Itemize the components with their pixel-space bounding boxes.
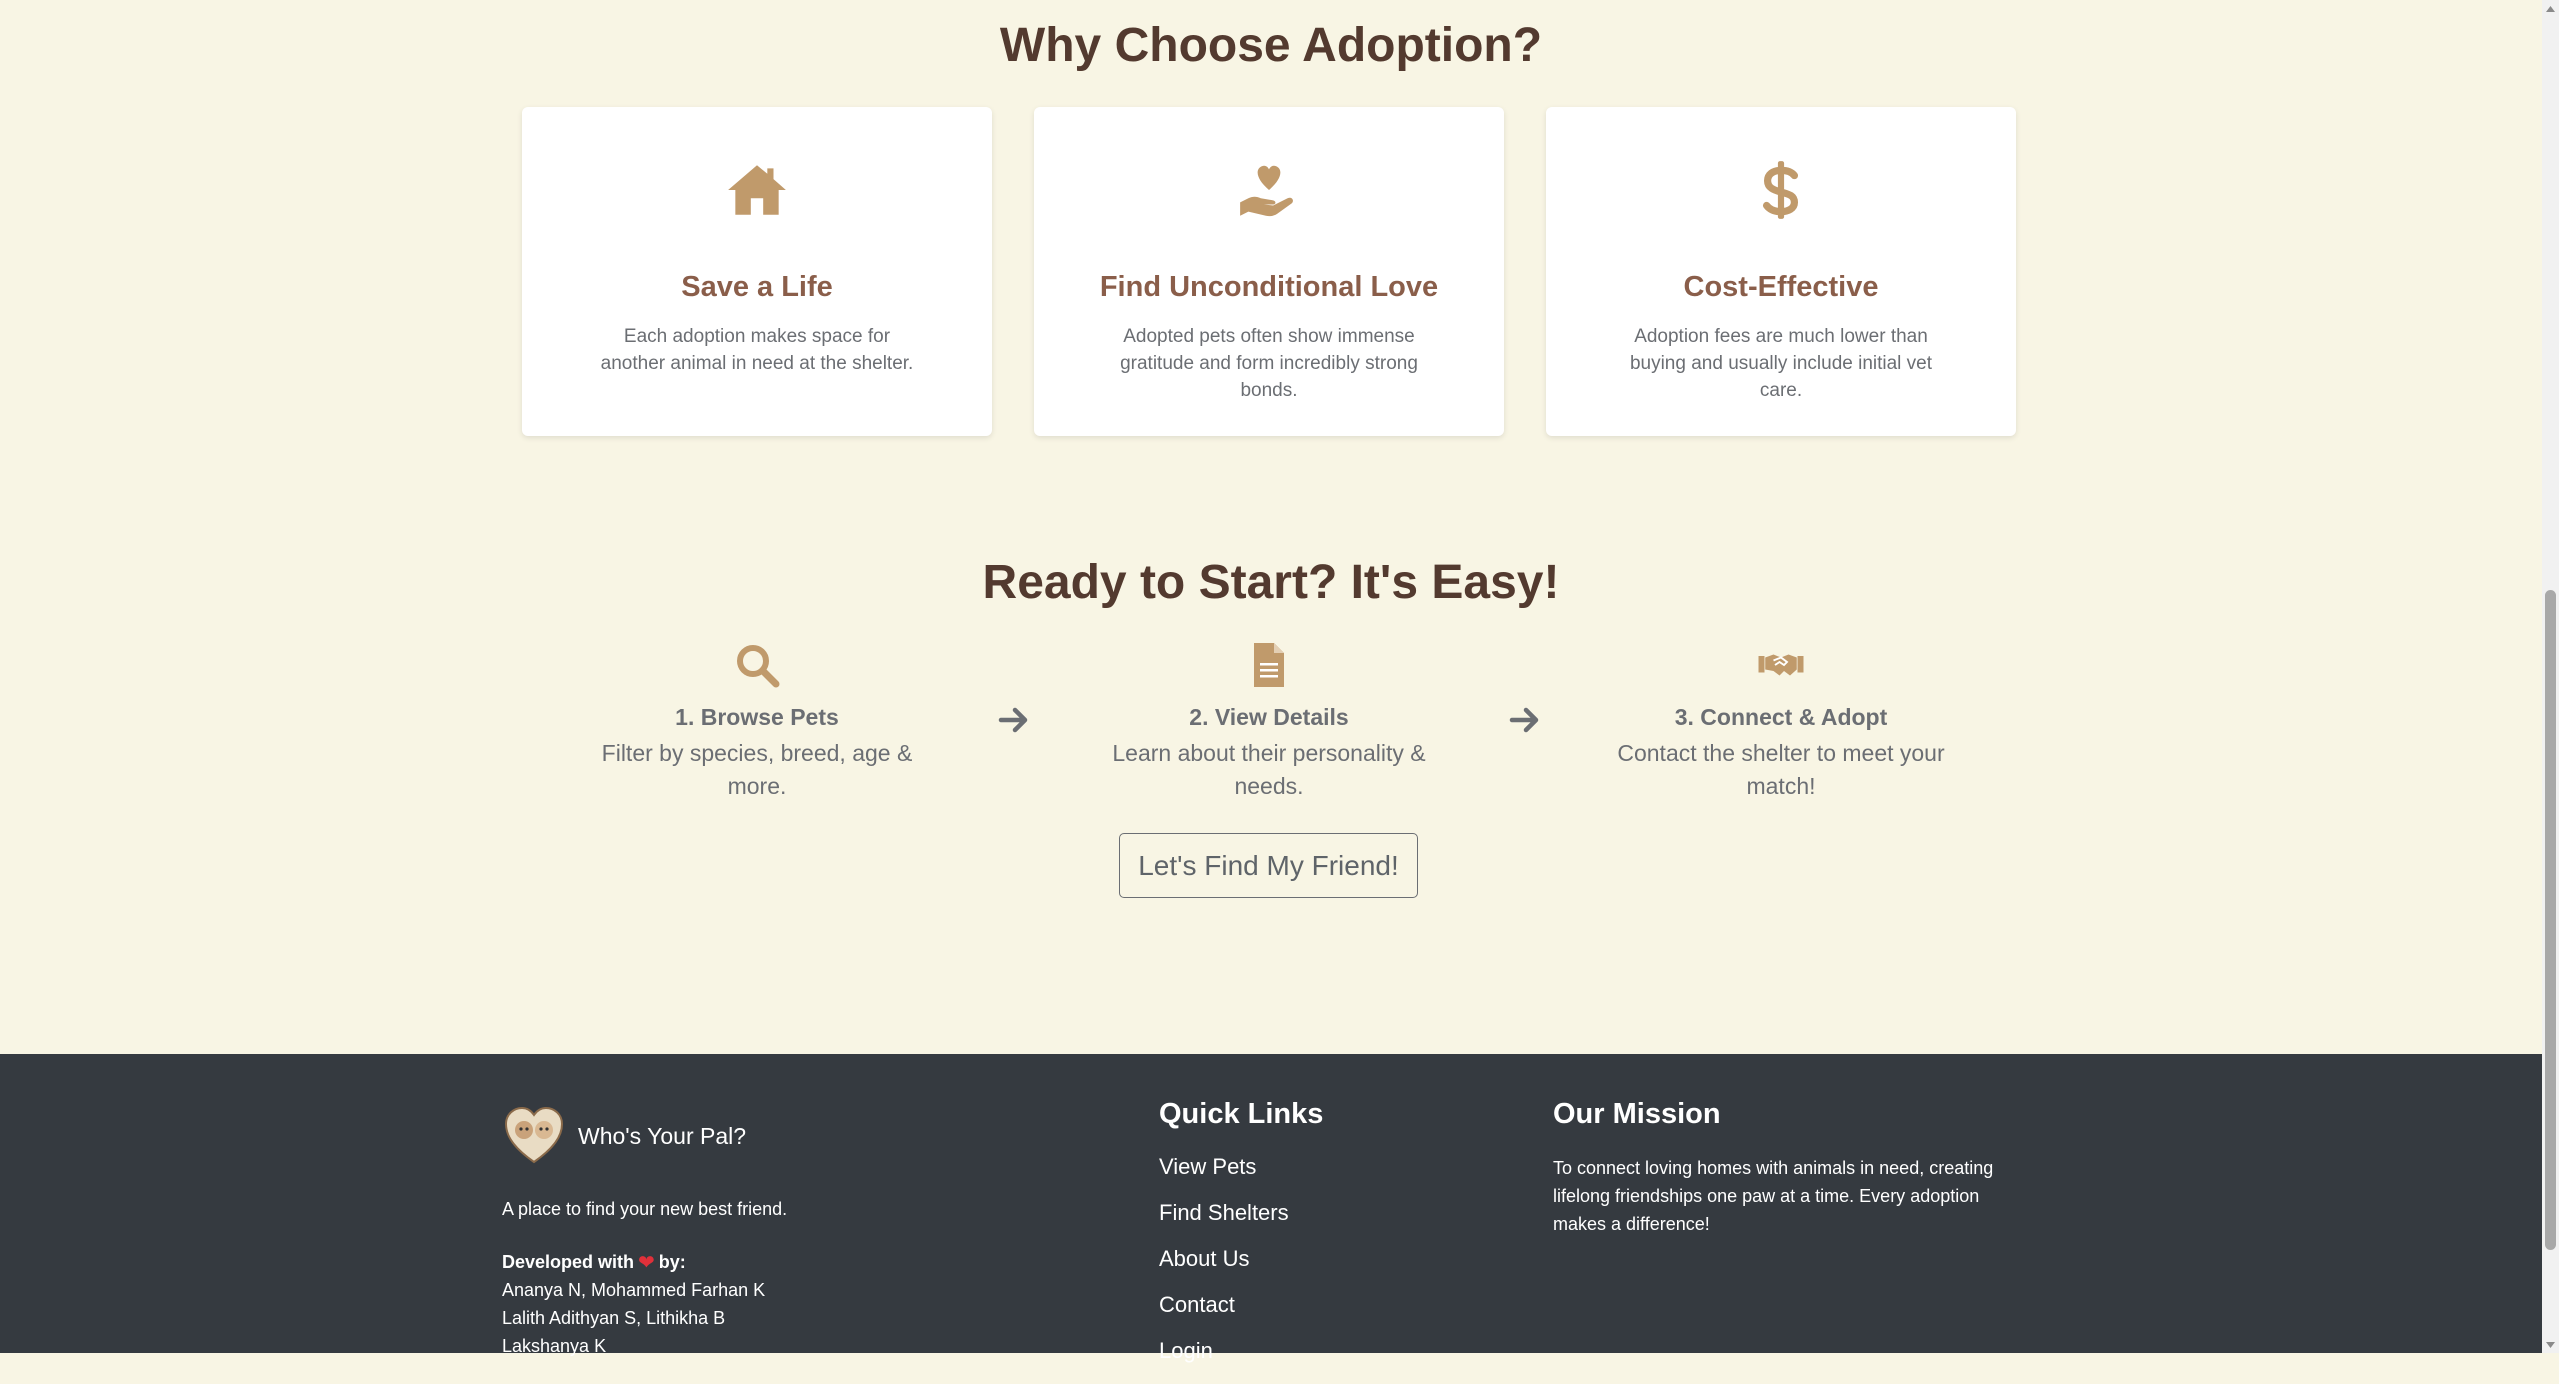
card-text: Each adoption makes space for another an… (600, 326, 914, 374)
developer-line: Lalith Adithyan S, Lithikha B (502, 1308, 726, 1328)
home-icon (522, 157, 992, 221)
page: Why Choose Adoption? Save a Life Each ad… (0, 0, 2542, 1363)
quick-links-list: View Pets Find Shelters About Us Contact… (1159, 1154, 1289, 1384)
developer-line: Ananya N, Mohammed Farhan K (502, 1280, 766, 1300)
heart-icon: ❤ (638, 1252, 655, 1274)
mission-heading: Our Mission (1553, 1098, 1721, 1130)
developed-prefix: Developed with (502, 1252, 635, 1272)
card-title: Cost-Effective (1683, 271, 1879, 303)
scroll-up-icon[interactable] (2542, 0, 2559, 17)
step-title: 2. View Details (1189, 704, 1349, 730)
pet-logo-icon (502, 1104, 566, 1168)
developed-by: Developed with ❤ by: (502, 1250, 686, 1275)
link-about-us[interactable]: About Us (1159, 1246, 1289, 1292)
developers-list: Ananya N, Mohammed Farhan K Lalith Adith… (502, 1276, 765, 1360)
card-text: Adopted pets often show immense gratitud… (1120, 326, 1418, 401)
find-my-friend-button[interactable]: Let's Find My Friend! (1119, 833, 1418, 898)
developed-suffix: by: (658, 1252, 686, 1272)
link-contact[interactable]: Contact (1159, 1292, 1289, 1338)
ready-heading: Ready to Start? It's Easy! (982, 556, 1560, 609)
step-browse-pets: 1. Browse Pets Filter by species, breed,… (587, 640, 927, 803)
search-icon (587, 640, 927, 690)
card-cost-effective: Cost-Effective Adoption fees are much lo… (1546, 107, 2016, 436)
mission-text: To connect loving homes with animals in … (1553, 1158, 1994, 1234)
brand-name: Who's Your Pal? (578, 1122, 747, 1149)
step-text: Filter by species, breed, age & more. (601, 740, 913, 799)
scrollbar-thumb[interactable] (2545, 590, 2556, 1250)
arrow-right-icon (1508, 703, 1542, 737)
arrow-right-icon (997, 703, 1031, 737)
tagline: A place to find your new best friend. (502, 1199, 788, 1219)
site-footer: Who's Your Pal? A place to find your new… (0, 1054, 2542, 1363)
link-view-pets[interactable]: View Pets (1159, 1154, 1289, 1200)
developer-line: Lakshanya K (502, 1336, 607, 1356)
scroll-down-icon[interactable] (2542, 1336, 2559, 1353)
step-connect-adopt: 3. Connect & Adopt Contact the shelter t… (1611, 640, 1951, 803)
footer-brand[interactable]: Who's Your Pal? (502, 1104, 746, 1168)
quick-links-heading: Quick Links (1159, 1098, 1324, 1130)
link-login[interactable]: Login (1159, 1338, 1289, 1384)
vertical-scrollbar[interactable] (2542, 0, 2559, 1353)
card-unconditional-love: Find Unconditional Love Adopted pets oft… (1034, 107, 1504, 436)
link-find-shelters[interactable]: Find Shelters (1159, 1200, 1289, 1246)
card-title: Find Unconditional Love (1099, 271, 1439, 303)
dollar-icon (1546, 157, 2016, 221)
card-save-a-life: Save a Life Each adoption makes space fo… (522, 107, 992, 436)
step-view-details: 2. View Details Learn about their person… (1099, 640, 1439, 803)
step-title: 3. Connect & Adopt (1674, 704, 1888, 730)
document-icon (1099, 640, 1439, 690)
card-title: Save a Life (681, 271, 833, 303)
why-choose-heading: Why Choose Adoption? (999, 19, 1543, 72)
step-text: Contact the shelter to meet your match! (1617, 740, 1945, 799)
step-text: Learn about their personality & needs. (1112, 740, 1426, 799)
handshake-icon (1611, 640, 1951, 690)
card-text: Adoption fees are much lower than buying… (1629, 326, 1933, 401)
hand-holding-heart-icon (1034, 157, 1504, 221)
step-title: 1. Browse Pets (675, 704, 839, 730)
